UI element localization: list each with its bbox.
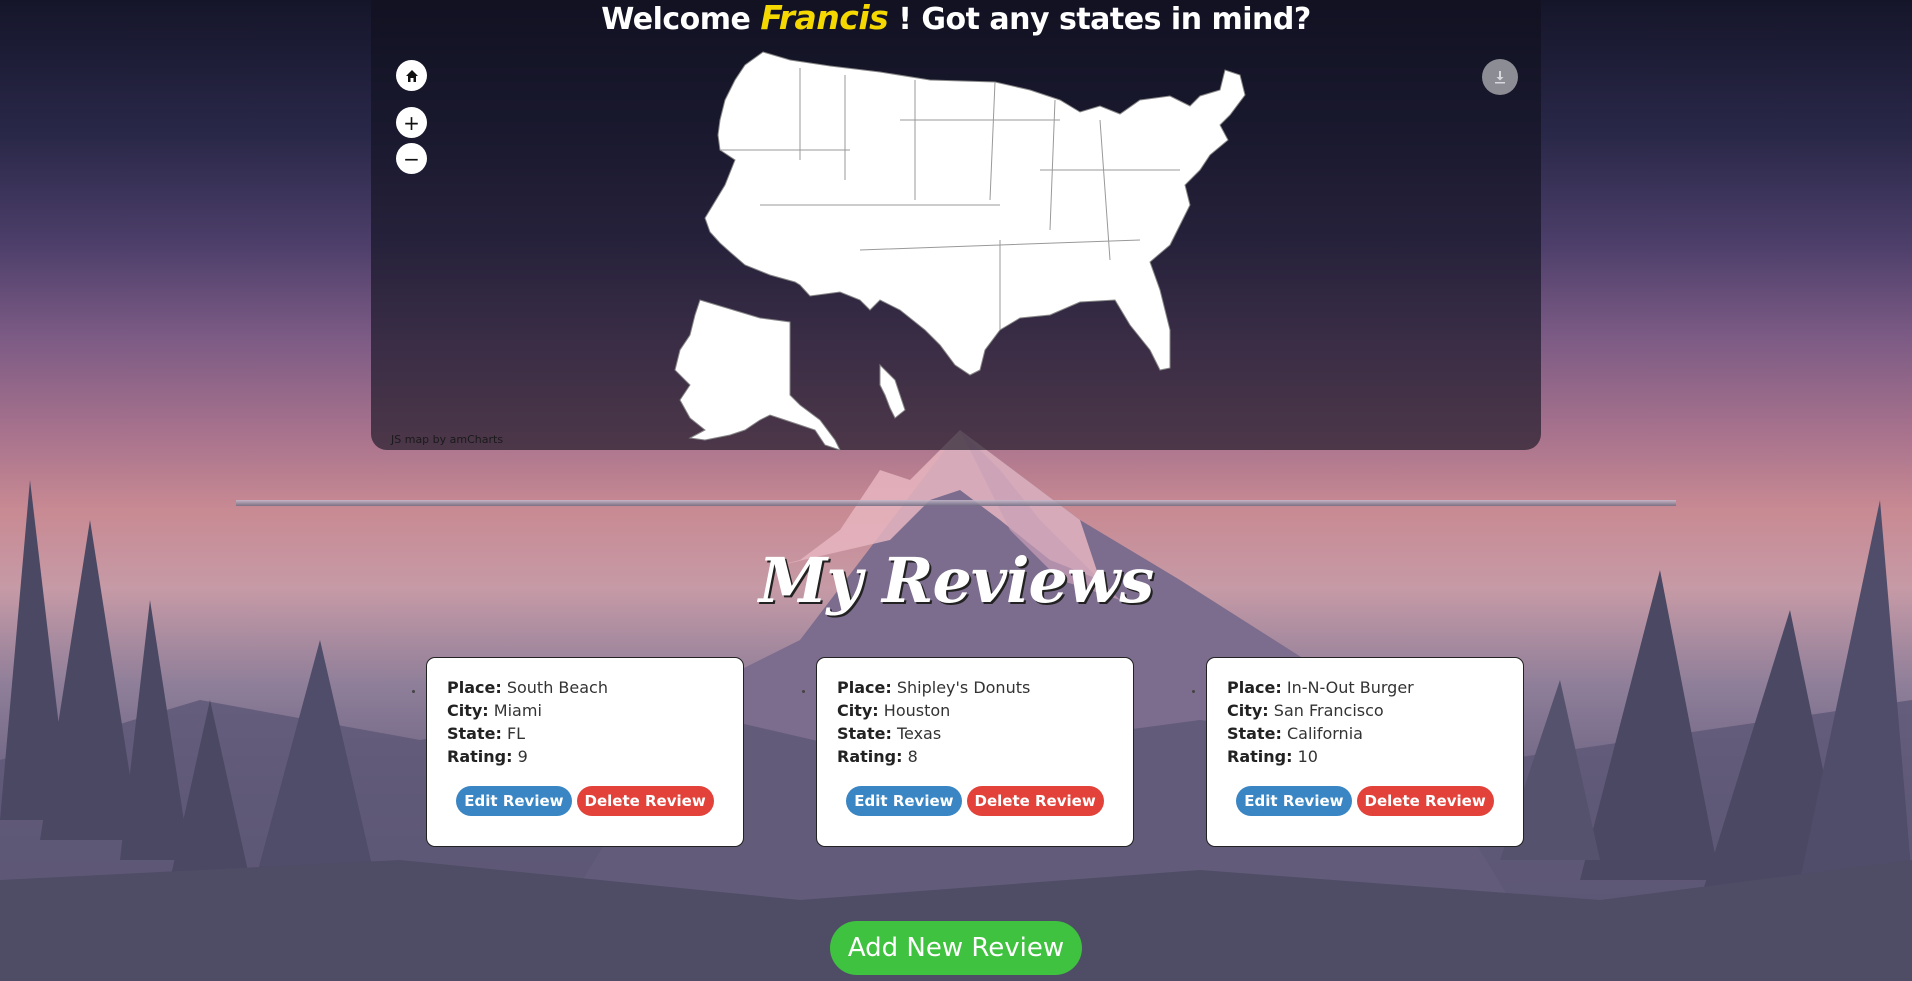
state-label: State: [837,724,892,743]
review-actions: Edit Review Delete Review [1207,786,1523,816]
review-city: City: Miami [447,699,743,722]
state-label: State: [447,724,502,743]
review-actions: Edit Review Delete Review [817,786,1133,816]
place-label: Place: [837,678,892,697]
state-value: California [1286,724,1363,743]
user-name: Francis [760,0,889,37]
city-label: City: [1227,701,1269,720]
list-bullet [802,690,805,693]
rating-value: 8 [907,747,918,766]
city-label: City: [447,701,489,720]
review-rating: Rating: 10 [1227,745,1523,768]
city-label: City: [837,701,879,720]
review-place: Place: Shipley's Donuts [837,676,1133,699]
state-label: State: [1227,724,1282,743]
city-value: Miami [493,701,542,720]
review-state: State: Texas [837,722,1133,745]
welcome-suffix: ! Got any states in mind? [898,2,1311,37]
download-icon [1495,71,1505,84]
edit-review-button[interactable]: Edit Review [456,786,572,816]
welcome-heading: Welcome Francis ! Got any states in mind… [0,0,1912,37]
add-new-review-button[interactable]: Add New Review [830,921,1082,975]
place-label: Place: [1227,678,1282,697]
rating-label: Rating: [837,747,903,766]
list-bullet [412,690,415,693]
section-title: My Reviews [758,544,1155,617]
review-card: Place: Shipley's Donuts City: Houston St… [816,657,1134,847]
review-rating: Rating: 9 [447,745,743,768]
list-bullet [1192,690,1195,693]
place-value: South Beach [506,678,608,697]
review-state: State: California [1227,722,1523,745]
map-download-button[interactable] [1482,59,1518,95]
review-place: Place: In-N-Out Burger [1227,676,1523,699]
rating-value: 9 [517,747,528,766]
rating-value: 10 [1297,747,1318,766]
state-value: FL [506,724,526,743]
section-divider [236,500,1676,506]
alaska-map [674,299,841,451]
city-value: Houston [883,701,951,720]
delete-review-button[interactable]: Delete Review [1356,786,1494,816]
rating-label: Rating: [447,747,513,766]
hawaii-map [879,363,906,419]
review-city: City: Houston [837,699,1133,722]
review-actions: Edit Review Delete Review [427,786,743,816]
review-state: State: FL [447,722,743,745]
delete-review-button[interactable]: Delete Review [966,786,1104,816]
map-zoom-in-button[interactable]: + [396,107,427,138]
home-icon [405,69,418,82]
review-rating: Rating: 8 [837,745,1133,768]
place-value: In-N-Out Burger [1286,678,1414,697]
review-card: Place: South Beach City: Miami State: FL… [426,657,744,847]
edit-review-button[interactable]: Edit Review [846,786,962,816]
map-credit[interactable]: JS map by amCharts [391,433,503,446]
review-card: Place: In-N-Out Burger City: San Francis… [1206,657,1524,847]
review-place: Place: South Beach [447,676,743,699]
page-background: Welcome Francis ! Got any states in mind… [0,0,1912,981]
place-label: Place: [447,678,502,697]
place-value: Shipley's Donuts [896,678,1031,697]
edit-review-button[interactable]: Edit Review [1236,786,1352,816]
map-zoom-out-button[interactable]: − [396,143,427,174]
us-states-map[interactable] [0,0,1912,460]
review-city: City: San Francisco [1227,699,1523,722]
rating-label: Rating: [1227,747,1293,766]
welcome-prefix: Welcome [601,2,751,37]
delete-review-button[interactable]: Delete Review [576,786,714,816]
state-value: Texas [896,724,942,743]
map-home-button[interactable] [396,60,427,91]
city-value: San Francisco [1273,701,1384,720]
